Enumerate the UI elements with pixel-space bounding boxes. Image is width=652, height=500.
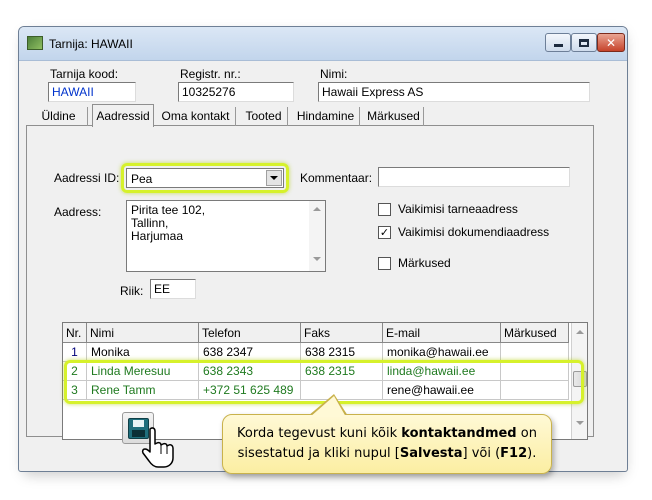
callout-pointer-fill (310, 396, 346, 417)
address-id-label: Aadressi ID: (54, 171, 120, 185)
app-window-icon (27, 36, 43, 50)
col-header-name[interactable]: Nimi (87, 323, 199, 343)
default-delivery-checkbox-row[interactable]: Vaikimisi tarneaadress (378, 201, 518, 217)
notes-checkbox-label: Märkused (398, 256, 451, 270)
close-icon: ✕ (605, 35, 617, 50)
country-field[interactable]: EE (150, 279, 196, 299)
maximize-button[interactable] (571, 33, 597, 52)
minimize-icon (553, 44, 563, 47)
minimize-button[interactable] (545, 33, 571, 52)
hand-pointer-icon (141, 427, 174, 468)
address-scrollbar[interactable] (309, 201, 325, 271)
address-line: Harjumaa (131, 229, 184, 243)
col-header-phone[interactable]: Telefon (199, 323, 301, 343)
name-label: Nimi: (320, 67, 348, 81)
window-title: Tarnija: HAWAII (49, 37, 133, 51)
tab-products[interactable]: Tooted (240, 107, 288, 126)
notes-checkbox-row[interactable]: Märkused (378, 255, 451, 271)
default-delivery-checkbox[interactable] (378, 202, 391, 216)
address-id-value: Pea (131, 172, 153, 186)
callout-line-2: sisestatud ja kliki nupul [Salvesta] või… (237, 446, 537, 461)
supplier-code-label: Tarnija kood: (50, 67, 119, 81)
address-id-dropdown[interactable]: Pea (126, 168, 284, 188)
close-button[interactable]: ✕ (597, 33, 625, 52)
address-textarea[interactable]: Pirita tee 102, Tallinn, Harjumaa (126, 200, 326, 272)
tab-rating[interactable]: Hindamine (292, 107, 360, 126)
comment-field[interactable] (378, 167, 570, 187)
default-document-checkbox[interactable]: ✓ (378, 225, 391, 239)
tab-own-contact[interactable]: Oma kontakt (156, 107, 236, 126)
col-header-notes[interactable]: Märkused (501, 323, 569, 343)
country-label: Riik: (120, 284, 144, 298)
instruction-callout: Korda tegevust kuni kõik kontaktandmed o… (222, 414, 552, 474)
col-header-fax[interactable]: Faks (301, 323, 383, 343)
default-delivery-label: Vaikimisi tarneaadress (398, 202, 518, 216)
supplier-code-field[interactable]: HAWAII (48, 82, 136, 102)
reg-no-field[interactable]: 10325276 (178, 82, 294, 102)
callout-line-1: Korda tegevust kuni kõik kontaktandmed o… (237, 426, 537, 441)
default-document-checkbox-row[interactable]: ✓ Vaikimisi dokumendiaadress (378, 224, 549, 240)
scroll-up-icon[interactable] (576, 330, 584, 334)
tab-addresses[interactable]: Aadressid (92, 104, 154, 127)
maximize-icon (579, 38, 589, 47)
address-label: Aadress: (54, 205, 102, 219)
default-document-label: Vaikimisi dokumendiaadress (398, 225, 550, 239)
col-header-email[interactable]: E-mail (383, 323, 501, 343)
scroll-up-icon[interactable] (313, 207, 321, 211)
tab-notes[interactable]: Märkused (364, 107, 424, 126)
comment-label: Kommentaar: (300, 171, 373, 185)
notes-checkbox[interactable] (378, 256, 391, 270)
chevron-down-icon (270, 176, 278, 180)
dropdown-button[interactable] (266, 170, 282, 186)
title-bar[interactable]: Tarnija: HAWAII ✕ (19, 27, 627, 61)
scroll-down-icon[interactable] (576, 421, 584, 425)
scroll-down-icon[interactable] (313, 257, 321, 261)
reg-no-label: Registr. nr.: (180, 67, 241, 81)
name-field[interactable]: Hawaii Express AS (318, 82, 590, 102)
tab-general[interactable]: Üldine (30, 107, 88, 126)
col-header-nr[interactable]: Nr. (63, 323, 87, 343)
